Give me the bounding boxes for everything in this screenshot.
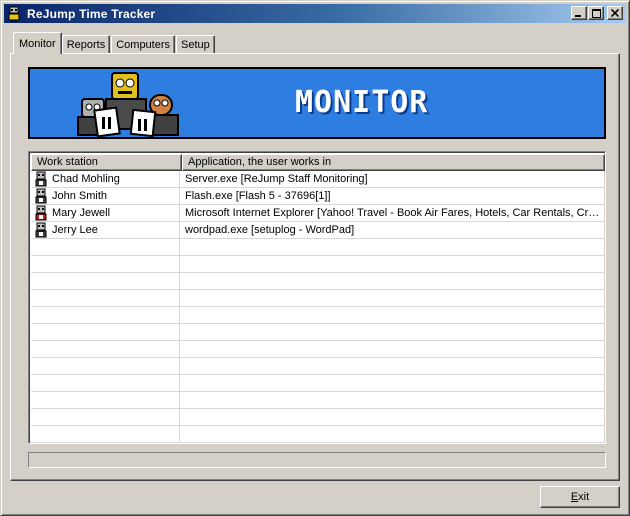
workstation-name: Mary Jewell — [52, 207, 111, 219]
empty-list-row — [31, 256, 605, 273]
empty-cell — [31, 375, 180, 391]
workstation-cell: Chad Mohling — [31, 171, 180, 187]
empty-list-row — [31, 358, 605, 375]
list-row[interactable]: John Smith Flash.exe [Flash 5 - 37696[1]] — [31, 188, 605, 205]
minimize-button[interactable] — [571, 6, 587, 20]
workstation-name: Jerry Lee — [52, 224, 98, 236]
exit-label: xit — [578, 491, 590, 503]
minimize-icon — [575, 15, 581, 17]
user-icon — [35, 188, 47, 204]
application-cell: wordpad.exe [setuplog - WordPad] — [185, 224, 355, 236]
list-row[interactable]: Mary Jewell Microsoft Internet Explorer [… — [31, 205, 605, 222]
empty-list-row — [31, 239, 605, 256]
empty-cell — [31, 426, 180, 442]
empty-cell — [31, 324, 180, 340]
empty-cell — [180, 409, 604, 425]
list-header: Work station Application, the user works… — [31, 154, 605, 171]
empty-cell — [180, 375, 604, 391]
exit-accelerator: E — [570, 491, 579, 503]
empty-cell — [31, 341, 180, 357]
empty-cell — [31, 290, 180, 306]
user-icon — [35, 222, 47, 238]
workstation-list[interactable]: Work station Application, the user works… — [28, 151, 606, 444]
tab-reports[interactable]: Reports — [61, 35, 111, 54]
tab-computers[interactable]: Computers — [111, 35, 176, 54]
monitor-panel: MONITOR Work station Application, the us… — [10, 53, 620, 481]
empty-cell — [180, 358, 604, 374]
empty-cell — [31, 273, 180, 289]
empty-list-row — [31, 341, 605, 358]
empty-cell — [180, 307, 604, 323]
workstation-name: John Smith — [52, 190, 108, 202]
robot-icon — [6, 6, 22, 22]
empty-list-row — [31, 375, 605, 392]
empty-list-row — [31, 290, 605, 307]
window-controls — [570, 6, 623, 20]
workstation-cell: Mary Jewell — [31, 205, 180, 221]
empty-list-row — [31, 324, 605, 341]
banner-title: MONITOR — [295, 85, 429, 120]
empty-cell — [180, 341, 604, 357]
user-icon — [35, 171, 47, 187]
column-header-work-station[interactable]: Work station — [31, 154, 182, 171]
maximize-icon — [591, 8, 601, 18]
empty-cell — [180, 290, 604, 306]
empty-list-row — [31, 409, 605, 426]
main-window: ReJump Time Tracker Monitor Reports Comp… — [0, 0, 630, 516]
empty-cell — [180, 392, 604, 408]
empty-list-row — [31, 273, 605, 290]
user-icon — [35, 205, 47, 221]
list-row[interactable]: Chad Mohling Server.exe [ReJump Staff Mon… — [31, 171, 605, 188]
tab-strip: Monitor Reports Computers Setup — [13, 32, 216, 54]
empty-cell — [31, 256, 180, 272]
application-cell: Server.exe [ReJump Staff Monitoring] — [185, 173, 368, 185]
empty-cell — [180, 239, 604, 255]
empty-cell — [31, 392, 180, 408]
empty-cell — [31, 358, 180, 374]
empty-cell — [31, 307, 180, 323]
empty-cell — [31, 409, 180, 425]
application-cell: Microsoft Internet Explorer [Yahoo! Trav… — [185, 207, 604, 219]
list-body: Chad Mohling Server.exe [ReJump Staff Mon… — [31, 171, 605, 443]
title-bar[interactable]: ReJump Time Tracker — [4, 4, 626, 23]
empty-cell — [180, 324, 604, 340]
application-cell: Flash.exe [Flash 5 - 37696[1]] — [185, 190, 331, 202]
monitor-banner: MONITOR — [28, 67, 606, 139]
maximize-button[interactable] — [588, 6, 604, 20]
close-button[interactable] — [607, 6, 623, 20]
empty-list-row — [31, 426, 605, 443]
workstation-cell: John Smith — [31, 188, 180, 204]
empty-cell — [31, 239, 180, 255]
workstation-cell: Jerry Lee — [31, 222, 180, 238]
empty-cell — [180, 426, 604, 442]
column-header-application[interactable]: Application, the user works in — [182, 154, 605, 171]
empty-list-row — [31, 307, 605, 324]
workstation-name: Chad Mohling — [52, 173, 120, 185]
close-icon — [611, 9, 619, 17]
tab-setup[interactable]: Setup — [176, 35, 215, 54]
status-bar — [28, 452, 606, 468]
empty-cell — [180, 273, 604, 289]
empty-list-row — [31, 392, 605, 409]
window-title: ReJump Time Tracker — [27, 6, 156, 21]
list-row[interactable]: Jerry Lee wordpad.exe [setuplog - WordPad… — [31, 222, 605, 239]
exit-button[interactable]: Exit — [540, 486, 620, 508]
tab-monitor[interactable]: Monitor — [13, 32, 62, 54]
empty-cell — [180, 256, 604, 272]
robots-illustration — [77, 72, 179, 137]
